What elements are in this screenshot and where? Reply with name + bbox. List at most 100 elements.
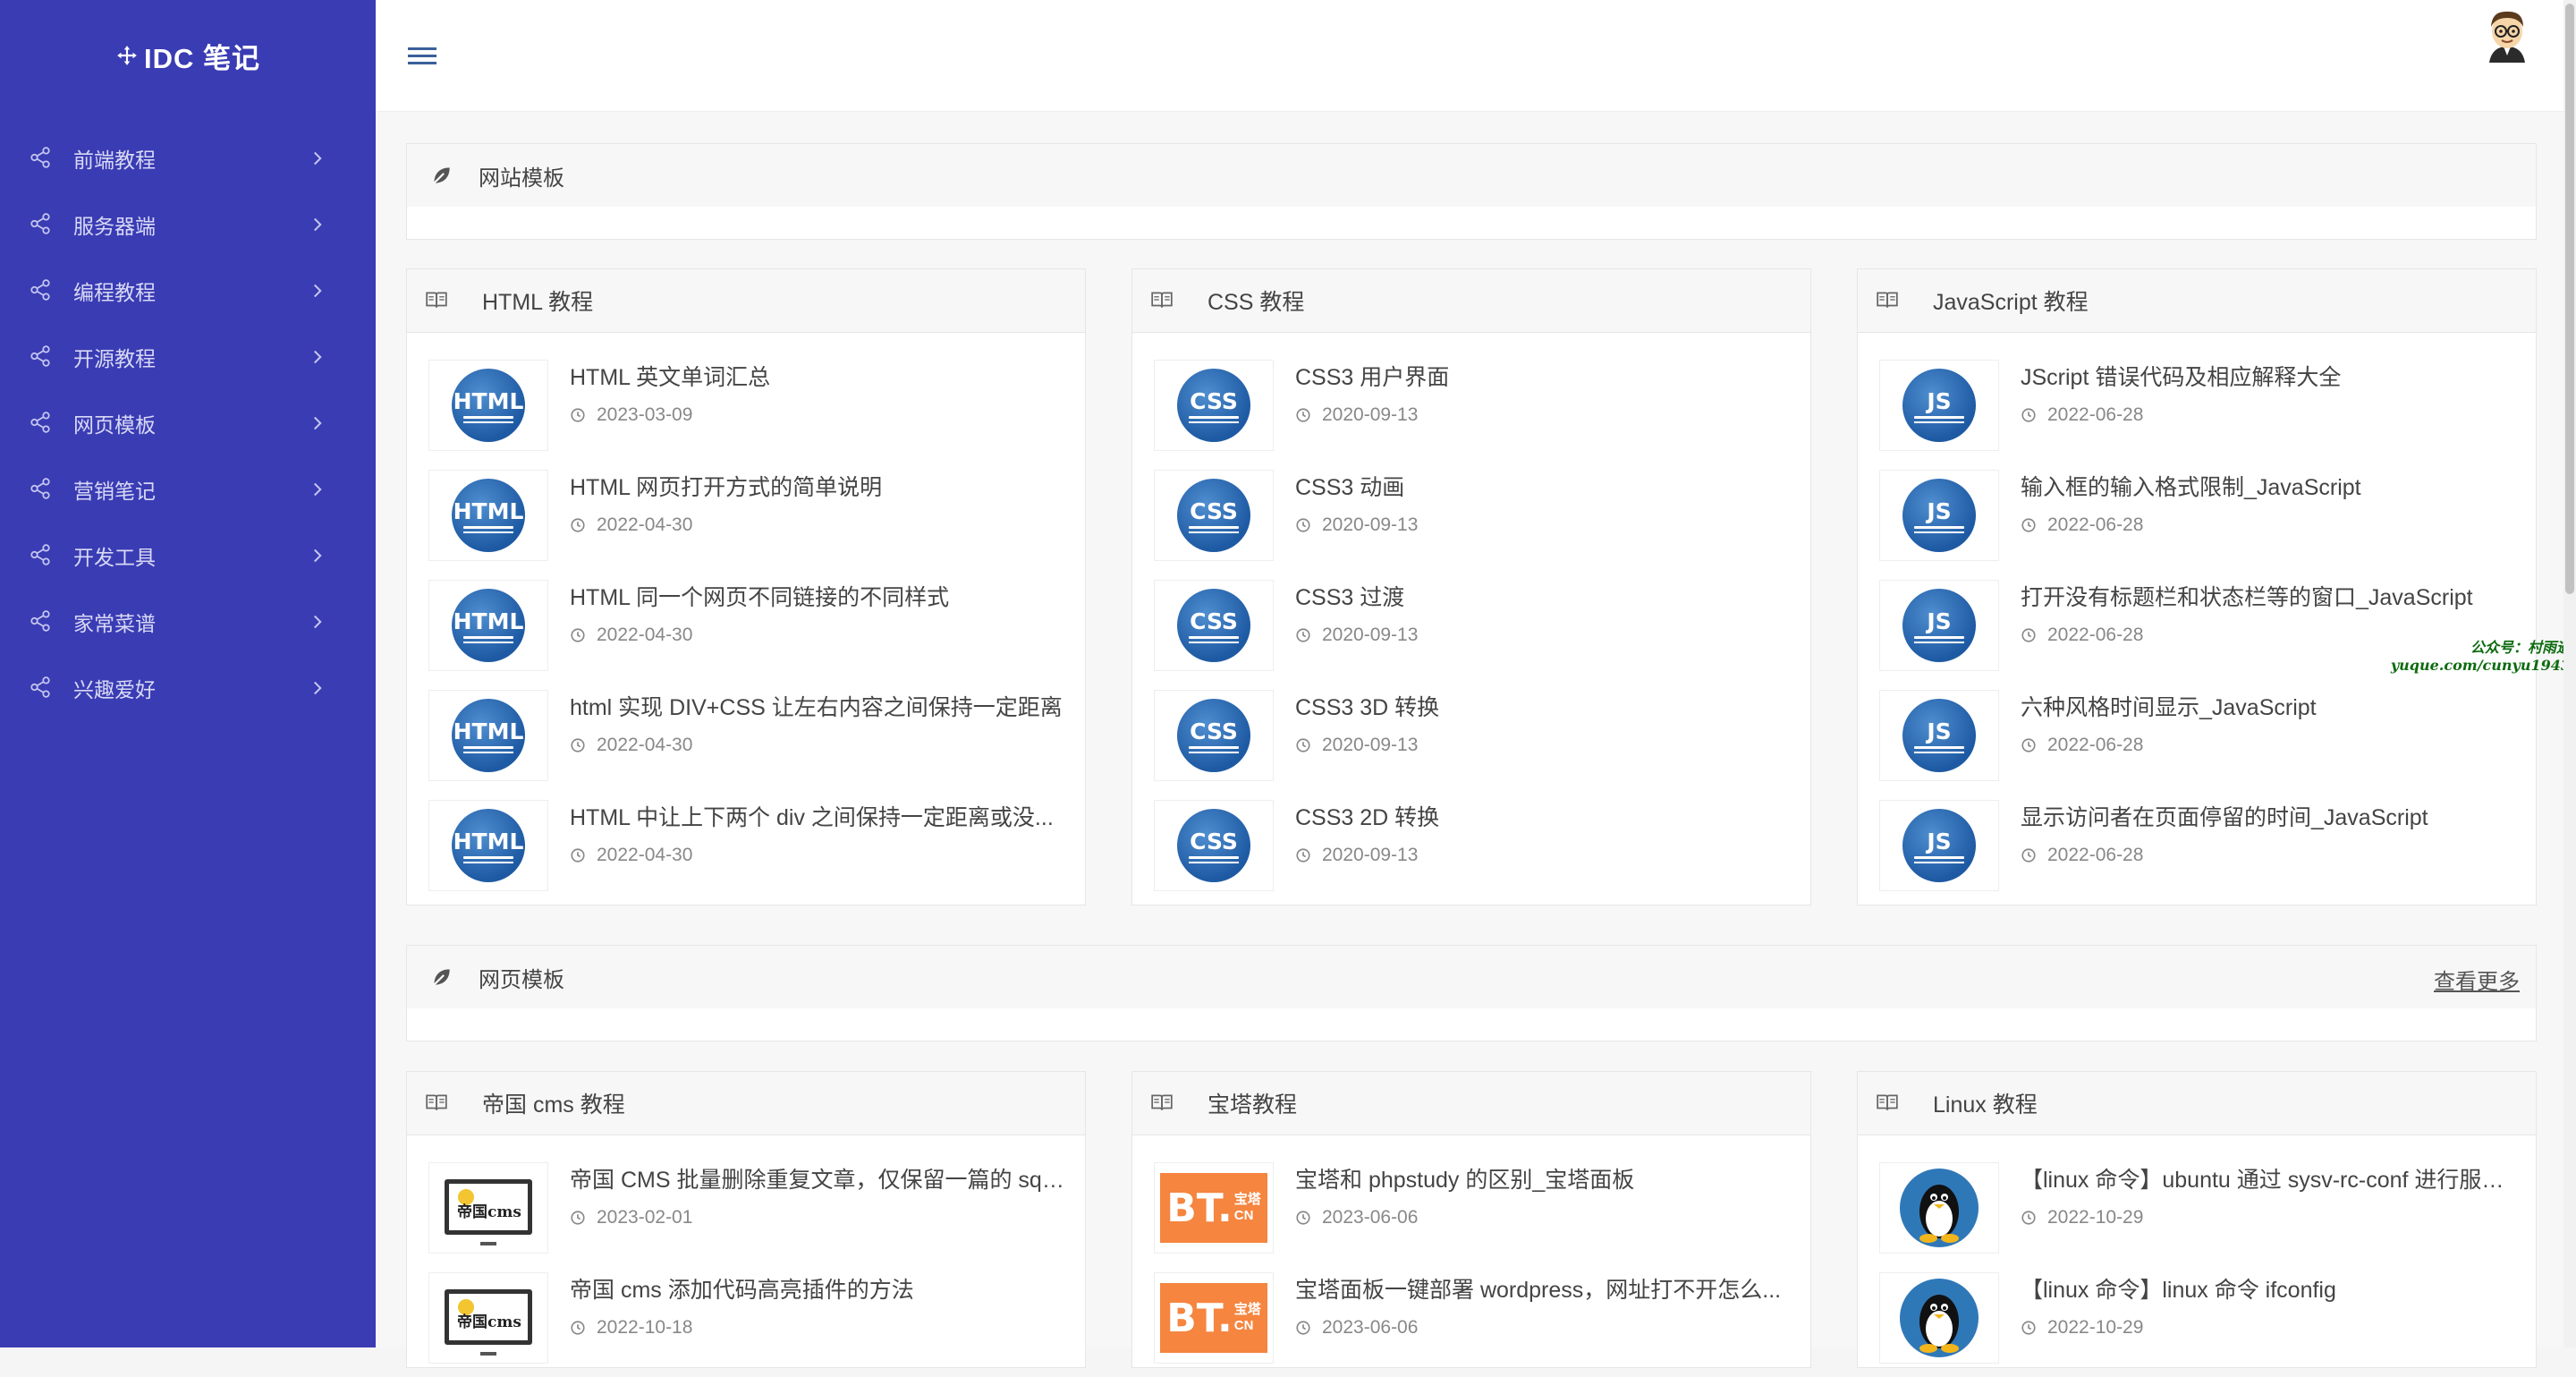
card-title[interactable]: JavaScript 教程 [1933,285,2089,317]
sidebar-item[interactable]: 开源教程 [0,324,376,390]
sidebar-item-label: 网页模板 [73,413,156,437]
article-thumbnail[interactable]: JS [1879,690,1999,781]
article-item[interactable]: CSS CSS3 过渡 2020-09-13 [1132,553,1810,671]
book-icon [1150,1091,1175,1116]
article-item[interactable]: JS 显示访问者在页面停留的时间_JavaScript 2022-06-28 [1858,773,2536,891]
article-item[interactable]: CSS CSS3 3D 转换 2020-09-13 [1132,663,1810,781]
css-logo-icon: CSS [1177,809,1250,882]
sidebar-item[interactable]: 编程教程 [0,258,376,324]
article-thumbnail[interactable]: HTML [428,690,548,781]
clock-icon [570,737,586,753]
article-item[interactable]: JS 六种风格时间显示_JavaScript 2022-06-28 [1858,663,2536,781]
user-avatar[interactable] [2483,7,2531,64]
sidebar-item[interactable]: 网页模板 [0,390,376,456]
article-thumbnail[interactable]: CSS [1154,470,1274,561]
article-item[interactable]: 【linux 命令】linux 命令 ifconfig 2022-10-29 [1858,1245,2536,1364]
article-date: 2022-10-29 [2021,1207,2143,1228]
article-thumbnail[interactable]: BT. 宝塔 CN [1154,1272,1274,1364]
article-title[interactable]: 【linux 命令】linux 命令 ifconfig [2021,1272,2518,1305]
article-title[interactable]: 帝国 CMS 批量删除重复文章，仅保留一篇的 sql ... [570,1162,1067,1194]
card-html-tutorial: HTML 教程 HTML HTML 英文单词汇总 2023-03-09 HTML HTML… [406,268,1086,905]
article-item[interactable]: CSS CSS3 动画 2020-09-13 [1132,443,1810,561]
article-thumbnail[interactable]: CSS [1154,580,1274,671]
article-title[interactable]: 宝塔和 phpstudy 的区别_宝塔面板 [1295,1162,1792,1194]
article-thumbnail[interactable]: CSS [1154,360,1274,451]
sidebar-item[interactable]: 兴趣爱好 [0,655,376,721]
article-title[interactable]: 帝国 cms 添加代码高亮插件的方法 [570,1272,1067,1305]
article-title[interactable]: html 实现 DIV+CSS 让左右内容之间保持一定距离 [570,690,1067,722]
article-thumbnail[interactable]: HTML [428,580,548,671]
article-item[interactable]: 帝国cms 帝国 CMS 批量删除重复文章，仅保留一篇的 sql ... 2023-… [407,1135,1085,1254]
article-item[interactable]: JS JScript 错误代码及相应解释大全 2022-06-28 [1858,333,2536,451]
clock-icon [570,1210,586,1226]
article-item[interactable]: CSS CSS3 用户界面 2020-09-13 [1132,333,1810,451]
article-title[interactable]: CSS3 动画 [1295,470,1792,502]
article-thumbnail[interactable]: JS [1879,470,1999,561]
article-title[interactable]: HTML 英文单词汇总 [570,360,1067,392]
article-item[interactable]: HTML html 实现 DIV+CSS 让左右内容之间保持一定距离 2022-04… [407,663,1085,781]
article-title[interactable]: 输入框的输入格式限制_JavaScript [2021,470,2518,502]
article-title[interactable]: HTML 网页打开方式的简单说明 [570,470,1067,502]
article-date: 2020-09-13 [1295,625,1418,646]
article-thumbnail[interactable]: JS [1879,800,1999,891]
article-title[interactable]: 打开没有标题栏和状态栏等的窗口_JavaScript [2021,580,2518,612]
article-title[interactable]: JScript 错误代码及相应解释大全 [2021,360,2518,392]
article-title[interactable]: 宝塔面板一键部署 wordpress，网址打不开怎么... [1295,1272,1792,1305]
card-baota-tutorial: 宝塔教程 BT. 宝塔 CN 宝塔和 phpstudy 的区别_宝塔面板 2023-06-… [1131,1071,1811,1368]
card-title[interactable]: CSS 教程 [1208,285,1304,317]
article-thumbnail[interactable]: CSS [1154,690,1274,781]
article-title[interactable]: 六种风格时间显示_JavaScript [2021,690,2518,722]
scrollbar-thumb[interactable] [2565,4,2574,594]
card-css-tutorial: CSS 教程 CSS CSS3 用户界面 2020-09-13 CSS CSS3 动画 20… [1131,268,1811,905]
article-item[interactable]: 帝国cms 帝国 cms 添加代码高亮插件的方法 2022-10-18 [407,1245,1085,1364]
sidebar-item[interactable]: 家常菜谱 [0,589,376,655]
sidebar-item[interactable]: 前端教程 [0,125,376,191]
article-item[interactable]: HTML HTML 中让上下两个 div 之间保持一定距离或没... 2022-04… [407,773,1085,891]
chevron-right-icon [306,610,329,633]
card-title[interactable]: 帝国 cms 教程 [482,1087,625,1119]
article-title[interactable]: CSS3 3D 转换 [1295,690,1792,722]
article-title[interactable]: HTML 同一个网页不同链接的不同样式 [570,580,1067,612]
article-title[interactable]: CSS3 用户界面 [1295,360,1792,392]
article-thumbnail[interactable]: 帝国cms [428,1272,548,1364]
article-title[interactable]: HTML 中让上下两个 div 之间保持一定距离或没... [570,800,1067,832]
article-title[interactable]: CSS3 2D 转换 [1295,800,1792,832]
article-item[interactable]: BT. 宝塔 CN 宝塔面板一键部署 wordpress，网址打不开怎么... 2023… [1132,1245,1810,1364]
sidebar-item-label: 开源教程 [73,347,156,370]
article-thumbnail[interactable]: HTML [428,470,548,561]
article-item[interactable]: HTML HTML 网页打开方式的简单说明 2022-04-30 [407,443,1085,561]
menu-toggle-icon[interactable] [406,39,438,72]
article-thumbnail[interactable]: HTML [428,360,548,451]
card-title[interactable]: Linux 教程 [1933,1087,2038,1119]
article-thumbnail[interactable]: JS [1879,360,1999,451]
sidebar-item-label: 服务器端 [73,215,156,238]
article-thumbnail[interactable]: JS [1879,580,1999,671]
sidebar-item[interactable]: 营销笔记 [0,456,376,523]
chevron-right-icon [306,213,329,236]
article-title[interactable]: CSS3 过渡 [1295,580,1792,612]
article-title[interactable]: 【linux 命令】ubuntu 通过 sysv-rc-conf 进行服务... [2021,1162,2518,1194]
article-thumbnail[interactable]: 帝国cms [428,1162,548,1254]
article-item[interactable]: 【linux 命令】ubuntu 通过 sysv-rc-conf 进行服务...… [1858,1135,2536,1254]
sidebar-item[interactable]: 开发工具 [0,523,376,589]
article-title[interactable]: 显示访问者在页面停留的时间_JavaScript [2021,800,2518,832]
article-item[interactable]: BT. 宝塔 CN 宝塔和 phpstudy 的区别_宝塔面板 2023-06-06 [1132,1135,1810,1254]
article-item[interactable]: HTML HTML 英文单词汇总 2023-03-09 [407,333,1085,451]
article-item[interactable]: CSS CSS3 2D 转换 2020-09-13 [1132,773,1810,891]
view-more-link[interactable]: 查看更多 [2434,964,2520,995]
card-header: 帝国 cms 教程 [407,1072,1085,1135]
card-title[interactable]: 宝塔教程 [1208,1087,1297,1119]
sidebar-item[interactable]: 服务器端 [0,191,376,258]
article-thumbnail[interactable]: BT. 宝塔 CN [1154,1162,1274,1254]
scrollbar[interactable] [2563,0,2576,1347]
article-thumbnail[interactable]: CSS [1154,800,1274,891]
article-thumbnail[interactable] [1879,1272,1999,1364]
article-thumbnail[interactable] [1879,1162,1999,1254]
article-item[interactable]: JS 输入框的输入格式限制_JavaScript 2022-06-28 [1858,443,2536,561]
article-item[interactable]: HTML HTML 同一个网页不同链接的不同样式 2022-04-30 [407,553,1085,671]
move-arrows-icon [115,44,139,67]
brand-logo[interactable]: IDC 笔记 [0,0,376,111]
article-thumbnail[interactable]: HTML [428,800,548,891]
card-title[interactable]: HTML 教程 [482,285,593,317]
article-date: 2022-04-30 [570,625,692,646]
